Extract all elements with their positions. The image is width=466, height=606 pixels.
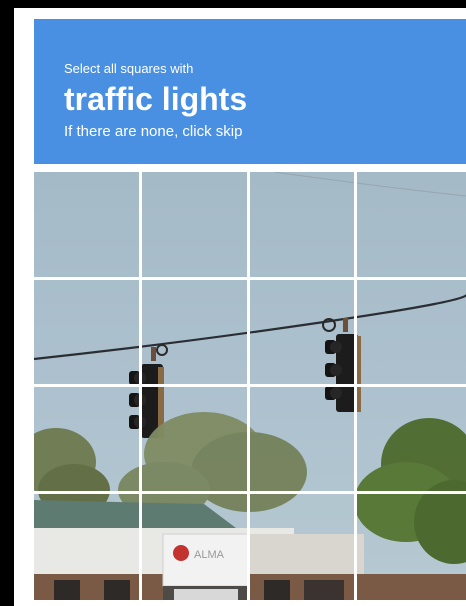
grid-tile-r3c3[interactable] — [250, 387, 355, 492]
target-object-text: traffic lights — [64, 81, 248, 117]
grid-tile-r4c1[interactable] — [34, 494, 139, 599]
grid-tile-r4c2[interactable] — [142, 494, 247, 599]
grid-tile-r4c3[interactable] — [250, 494, 355, 599]
grid-tile-r2c1[interactable] — [34, 280, 139, 385]
grid-tile-r2c2[interactable] — [142, 280, 247, 385]
grid-tile-r3c1[interactable] — [34, 387, 139, 492]
grid-tile-r1c2[interactable] — [142, 172, 247, 277]
grid-tile-r4c4[interactable] — [357, 494, 462, 599]
grid-tile-r2c3[interactable] — [250, 280, 355, 385]
grid-tile-r1c1[interactable] — [34, 172, 139, 277]
grid-tile-r1c3[interactable] — [250, 172, 355, 277]
grid-tile-r2c4[interactable] — [357, 280, 462, 385]
grid-tile-r3c2[interactable] — [142, 387, 247, 492]
image-grid: ALMA — [34, 172, 466, 600]
grid-tile-r1c4[interactable] — [357, 172, 462, 277]
grid-tile-r3c4[interactable] — [357, 387, 462, 492]
captcha-frame: Select all squares with traffic lights I… — [14, 8, 466, 606]
skip-hint-text: If there are none, click skip — [64, 123, 243, 140]
challenge-header: Select all squares with traffic lights I… — [34, 19, 466, 164]
instruction-text: Select all squares with — [64, 61, 194, 76]
